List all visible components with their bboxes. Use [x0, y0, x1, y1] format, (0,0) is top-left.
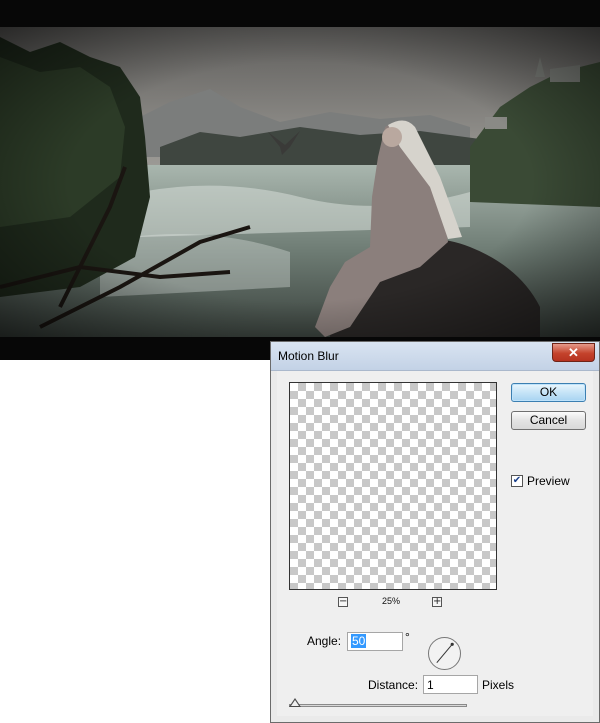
angle-label: Angle:	[307, 634, 342, 648]
zoom-level: 25%	[382, 596, 401, 606]
motion-blur-dialog: Motion Blur ✕ − 25% + OK Cancel ✔ Previe…	[270, 341, 600, 723]
cancel-button[interactable]: Cancel	[511, 411, 586, 430]
preview-checkbox[interactable]: ✔	[511, 475, 523, 487]
checkmark-icon: ✔	[512, 475, 522, 486]
ok-button[interactable]: OK	[511, 383, 586, 402]
degree-symbol: °	[405, 630, 410, 644]
close-button[interactable]: ✕	[552, 343, 595, 362]
zoom-out-button[interactable]: −	[338, 597, 348, 607]
minus-icon: −	[339, 596, 348, 607]
fantasy-landscape-image	[0, 27, 600, 337]
angle-value: 50	[351, 634, 367, 648]
zoom-in-button[interactable]: +	[432, 597, 442, 607]
distance-unit: Pixels	[482, 678, 515, 692]
angle-input[interactable]: 50	[347, 632, 403, 651]
angle-dial[interactable]	[428, 637, 461, 670]
plus-icon: +	[433, 596, 442, 607]
distance-input[interactable]	[423, 675, 478, 694]
canvas-image	[0, 27, 600, 337]
angle-dial-icon	[436, 642, 454, 664]
distance-label: Distance:	[368, 678, 419, 692]
dialog-body: − 25% + OK Cancel ✔ Preview Angle: 50 °	[277, 371, 593, 716]
document-canvas	[0, 0, 600, 360]
dialog-title: Motion Blur	[278, 349, 339, 363]
distance-slider-track[interactable]	[289, 704, 467, 707]
close-icon: ✕	[568, 345, 579, 360]
filter-preview-area[interactable]	[289, 382, 497, 590]
workspace: Motion Blur ✕ − 25% + OK Cancel ✔ Previe…	[0, 0, 600, 723]
dialog-titlebar[interactable]: Motion Blur ✕	[271, 342, 599, 371]
distance-slider-thumb[interactable]	[289, 698, 301, 707]
preview-label: Preview	[527, 474, 570, 488]
